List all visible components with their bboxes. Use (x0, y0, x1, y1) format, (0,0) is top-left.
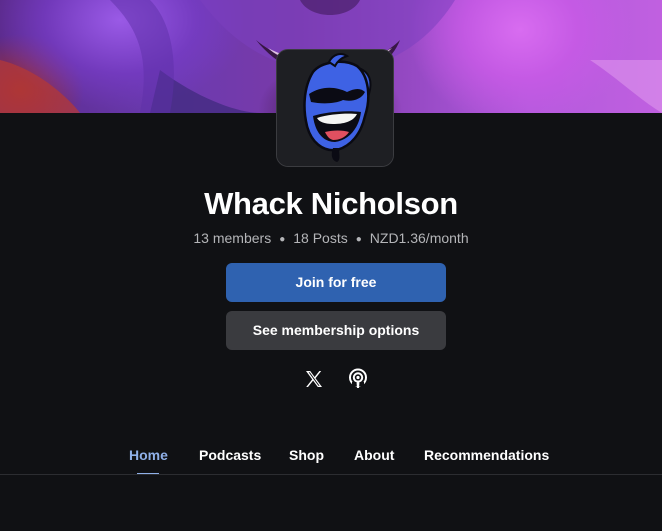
tab-home[interactable]: Home (129, 446, 168, 464)
tab-shop[interactable]: Shop (289, 446, 324, 464)
tab-recommendations[interactable]: Recommendations (424, 446, 549, 464)
publication-avatar[interactable] (276, 49, 394, 167)
subscription-price: NZD1.36/month (369, 230, 469, 246)
page: Whack Nicholson 13 members ● 18 Posts ● NZD1… (0, 0, 662, 531)
podcast-link[interactable] (345, 366, 371, 392)
publication-stats: 13 members ● 18 Posts ● NZD1.36/month (0, 228, 662, 250)
separator-dot: ● (279, 234, 286, 245)
tab-podcasts[interactable]: Podcasts (199, 446, 261, 464)
publication-title: Whack Nicholson (204, 186, 458, 221)
membership-options-button[interactable]: See membership options (226, 311, 446, 350)
tab-about[interactable]: About (354, 446, 394, 464)
join-for-free-button[interactable]: Join for free (226, 263, 446, 302)
publication-nav: Home Podcasts Shop About Recommendations (0, 446, 662, 475)
posts-count: 18 Posts (293, 230, 348, 246)
separator-dot: ● (355, 234, 362, 245)
nav-divider (0, 474, 662, 475)
members-count: 13 members (193, 230, 272, 246)
genie-face-logo (277, 50, 393, 166)
podcast-icon (349, 368, 367, 388)
x-twitter-icon (306, 371, 322, 387)
x-twitter-link[interactable] (301, 366, 327, 392)
